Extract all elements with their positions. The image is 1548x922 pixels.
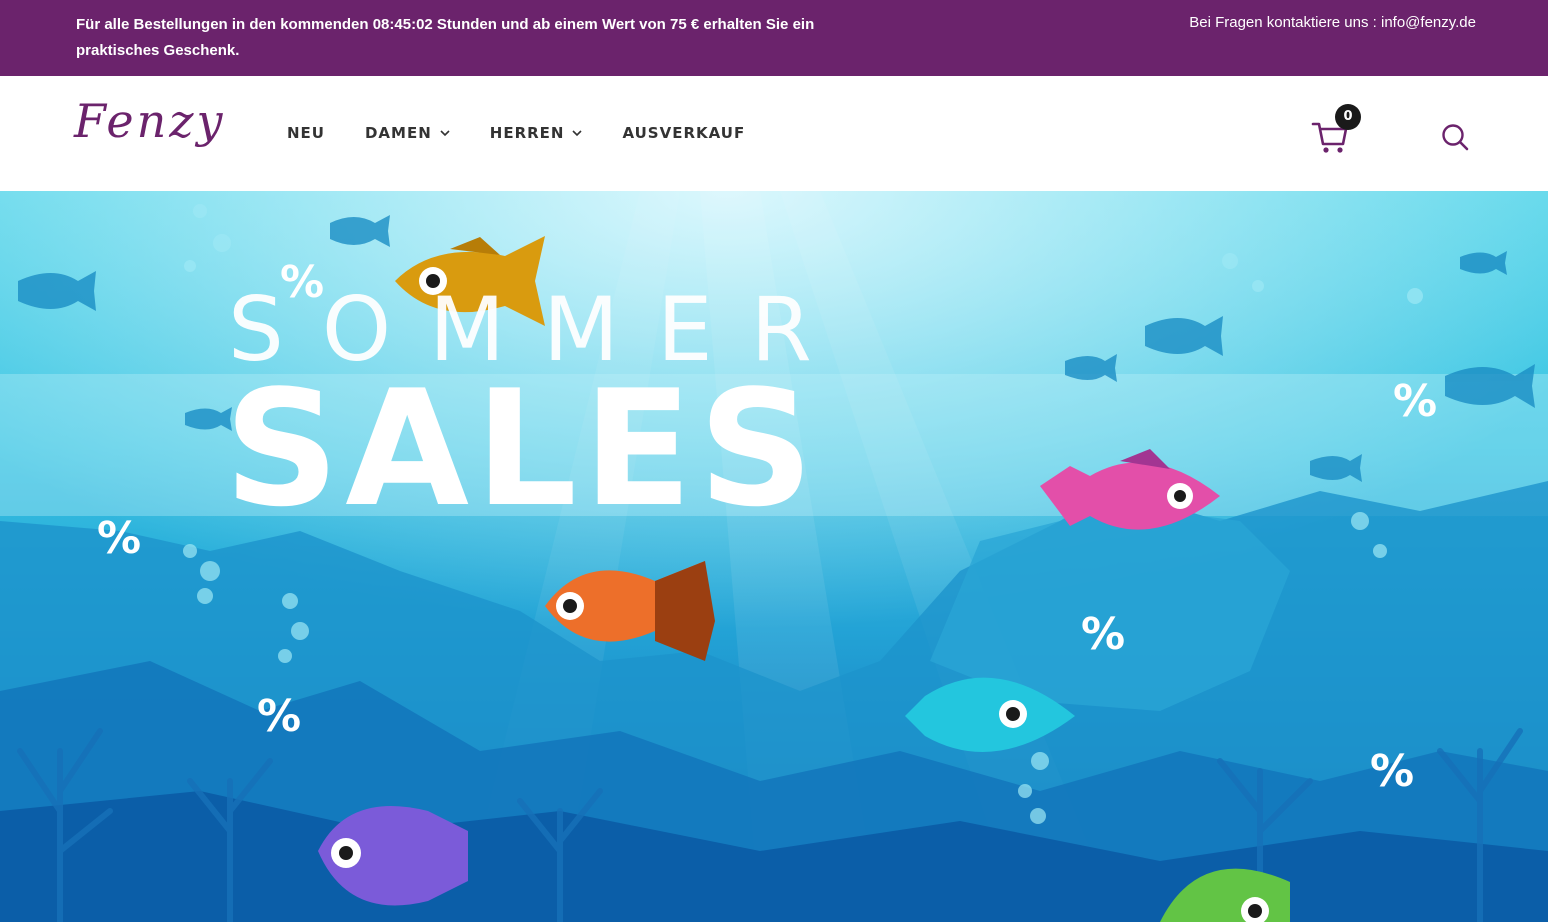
search-icon [1442, 124, 1469, 151]
nav-label: AUSVERKAUF [622, 124, 746, 142]
nav-item-neu[interactable]: NEU [287, 124, 325, 142]
percent-badge: % [1370, 746, 1415, 797]
nav-item-herren[interactable]: HERREN [490, 124, 583, 142]
contact-link[interactable]: Bei Fragen kontaktiere uns : info@fenzy.… [1189, 12, 1476, 34]
cart-count-badge: 0 [1335, 104, 1361, 130]
chevron-down-icon [440, 127, 450, 140]
top-announcement-bar: Für alle Bestellungen in den kommenden 0… [0, 0, 1548, 76]
nav-label: HERREN [489, 124, 565, 142]
main-nav: NEU DAMEN HERREN AUSVERKAUF [287, 124, 785, 142]
site-logo[interactable]: Fenzy [74, 94, 225, 148]
nav-label: DAMEN [364, 124, 432, 142]
percent-badge: % [97, 513, 142, 564]
nav-item-ausverkauf[interactable]: AUSVERKAUF [622, 124, 745, 142]
hero-banner[interactable]: SOMMER SALES % % % % % % [0, 191, 1548, 922]
percent-badge: % [257, 691, 302, 742]
nav-item-damen[interactable]: DAMEN [365, 124, 450, 142]
chevron-down-icon [572, 127, 583, 140]
hero-title-sales: SALES [224, 355, 820, 542]
site-header: Fenzy NEU DAMEN HERREN AUSVERKAUF 0 [0, 76, 1548, 191]
search-button[interactable] [1440, 122, 1470, 152]
percent-badge: % [280, 257, 325, 308]
promo-text: Für alle Bestellungen in den kommenden 0… [76, 16, 815, 59]
nav-label: NEU [287, 124, 325, 142]
percent-badge: % [1393, 376, 1438, 427]
percent-badge: % [1081, 609, 1126, 660]
